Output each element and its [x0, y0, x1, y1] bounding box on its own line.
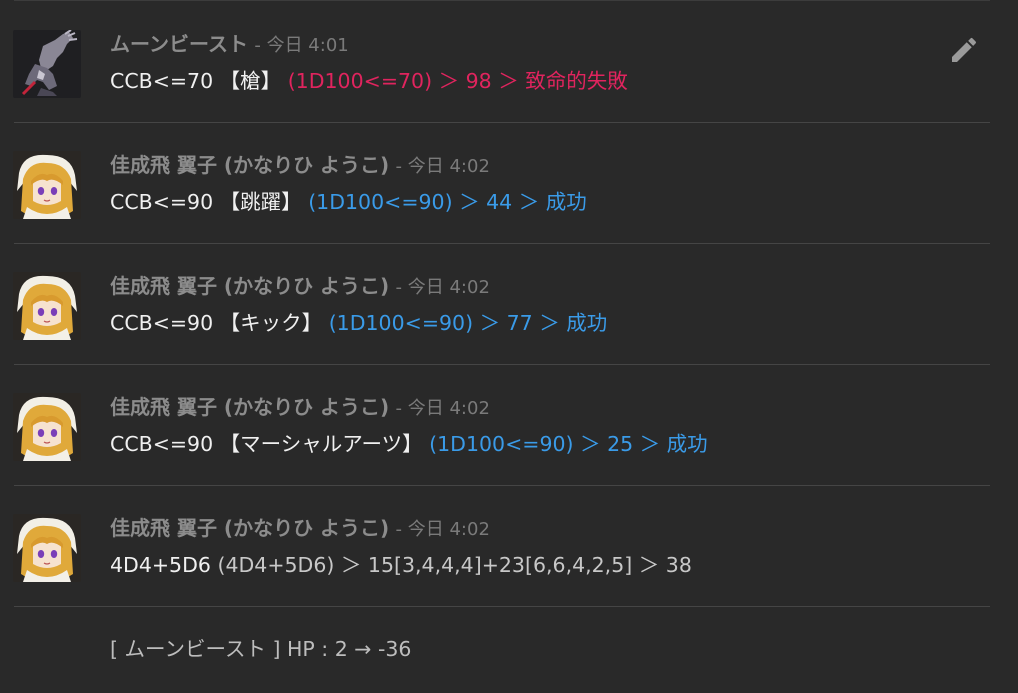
timestamp: - 今日 4:02 [395, 277, 490, 298]
chat-log: ムーンビースト - 今日 4:01 CCB<=70 【槍】 (1D100<=70… [0, 0, 1018, 693]
dice-result: (1D100<=90) ＞ 25 ＞ 成功 [429, 432, 708, 456]
pencil-icon[interactable] [948, 34, 980, 66]
dice-result: (1D100<=90) ＞ 77 ＞ 成功 [328, 311, 608, 335]
yoko-avatar[interactable] [13, 151, 81, 219]
message-header: 佳成飛 翼子 (かなりひ ようこ) - 今日 4:02 [110, 393, 490, 423]
sender-name[interactable]: ムーンビースト [110, 32, 248, 56]
chat-message: 佳成飛 翼子 (かなりひ ようこ) - 今日 4:02 CCB<=90 【跳躍】… [0, 123, 1018, 244]
message-body: CCB<=90 【跳躍】 (1D100<=90) ＞ 44 ＞ 成功 [110, 187, 587, 217]
timestamp: - 今日 4:02 [395, 519, 490, 540]
dice-command: CCB<=90 【マーシャルアーツ】 [110, 432, 423, 456]
message-body: 4D4+5D6 (4D4+5D6) ＞ 15[3,4,4,4]+23[6,6,4… [110, 550, 692, 580]
message-header: 佳成飛 翼子 (かなりひ ようこ) - 今日 4:02 [110, 272, 490, 302]
yoko-avatar[interactable] [13, 393, 81, 461]
dice-result: (4D4+5D6) ＞ 15[3,4,4,4]+23[6,6,4,2,5] ＞ … [217, 553, 692, 577]
dice-command: CCB<=90 【跳躍】 [110, 190, 302, 214]
yoko-avatar[interactable] [13, 514, 81, 582]
chat-message: 佳成飛 翼子 (かなりひ ようこ) - 今日 4:02 CCB<=90 【マーシ… [0, 365, 1018, 486]
dice-result: (1D100<=90) ＞ 44 ＞ 成功 [308, 190, 587, 214]
message-header: 佳成飛 翼子 (かなりひ ようこ) - 今日 4:02 [110, 514, 490, 544]
system-message: [ ムーンビースト ] HP : 2 → -36 [110, 637, 412, 661]
dice-command: CCB<=70 【槍】 [110, 69, 282, 93]
dice-command: CCB<=90 【キック】 [110, 311, 323, 335]
timestamp: - 今日 4:01 [254, 35, 349, 56]
chat-message: 佳成飛 翼子 (かなりひ ようこ) - 今日 4:02 CCB<=90 【キック… [0, 244, 1018, 365]
top-divider [14, 0, 990, 1]
message-body: CCB<=90 【キック】 (1D100<=90) ＞ 77 ＞ 成功 [110, 308, 607, 338]
moonbeast-avatar[interactable] [13, 30, 81, 98]
yoko-avatar[interactable] [13, 272, 81, 340]
sender-name[interactable]: 佳成飛 翼子 (かなりひ ようこ) [110, 516, 389, 540]
timestamp: - 今日 4:02 [395, 398, 490, 419]
timestamp: - 今日 4:02 [395, 156, 490, 177]
message-header: 佳成飛 翼子 (かなりひ ようこ) - 今日 4:02 [110, 151, 490, 181]
message-body: CCB<=70 【槍】 (1D100<=70) ＞ 98 ＞ 致命的失敗 [110, 66, 628, 96]
message-header: ムーンビースト - 今日 4:01 [110, 30, 349, 60]
sender-name[interactable]: 佳成飛 翼子 (かなりひ ようこ) [110, 274, 389, 298]
sender-name[interactable]: 佳成飛 翼子 (かなりひ ようこ) [110, 395, 389, 419]
chat-message: 佳成飛 翼子 (かなりひ ようこ) - 今日 4:02 4D4+5D6 (4D4… [0, 486, 1018, 607]
chat-message: ムーンビースト - 今日 4:01 CCB<=70 【槍】 (1D100<=70… [0, 2, 1018, 123]
sender-name[interactable]: 佳成飛 翼子 (かなりひ ようこ) [110, 153, 389, 177]
message-body: CCB<=90 【マーシャルアーツ】 (1D100<=90) ＞ 25 ＞ 成功 [110, 429, 708, 459]
dice-command: 4D4+5D6 [110, 553, 211, 577]
message-divider [14, 606, 990, 607]
dice-result: (1D100<=70) ＞ 98 ＞ 致命的失敗 [287, 69, 628, 93]
